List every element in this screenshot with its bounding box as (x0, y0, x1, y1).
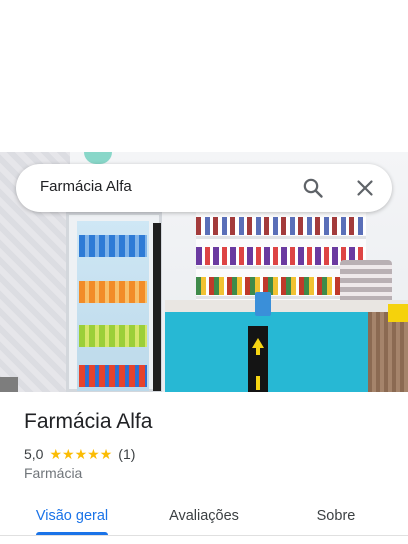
star-icon: ★ (49, 446, 63, 462)
place-category[interactable]: Farmácia (24, 465, 82, 481)
search-input[interactable]: Farmácia Alfa (40, 178, 132, 195)
place-title: Farmácia Alfa (24, 410, 153, 433)
star-icon: ★ (87, 446, 100, 462)
place-tabs: Visão geral Avaliações Sobre (0, 498, 408, 544)
search-bar[interactable]: Farmácia Alfa (16, 164, 392, 212)
divider (0, 535, 408, 536)
review-count[interactable]: (1) (118, 446, 135, 462)
photo-detail (84, 152, 112, 164)
photo-detail (0, 377, 18, 392)
tab-overview[interactable]: Visão geral (16, 498, 128, 534)
photo-detail (388, 304, 408, 322)
photo-detail (255, 292, 271, 316)
search-icon[interactable] (301, 176, 325, 200)
photo-counter-wood (368, 312, 408, 392)
star-icon: ★ (74, 446, 88, 462)
map-blank-area (0, 0, 408, 152)
tab-reviews[interactable]: Avaliações (148, 498, 260, 534)
star-icon: ★ (99, 446, 113, 462)
close-icon[interactable] (353, 176, 377, 200)
rating-value: 5,0 (24, 446, 44, 462)
photo-fridge (66, 212, 162, 392)
star-icon: ★ (62, 446, 75, 462)
star-rating: ★ ★ ★ ★ ★ (49, 447, 112, 461)
rating-row[interactable]: 5,0 ★ ★ ★ ★ ★ (1) (24, 445, 135, 463)
tab-about[interactable]: Sobre (280, 498, 392, 534)
